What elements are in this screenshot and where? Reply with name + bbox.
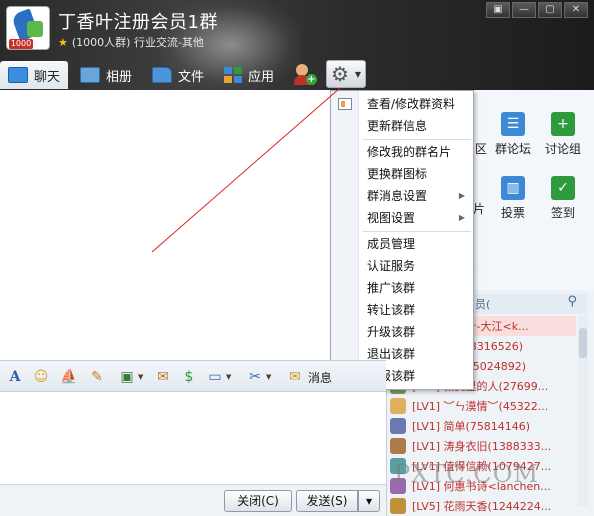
close-button[interactable]: 关闭(C) xyxy=(224,490,292,512)
chevron-down-icon[interactable]: ▼ xyxy=(266,373,271,381)
group-category: (1000人群) 行业交流-其他 xyxy=(71,36,204,49)
app-vote[interactable]: ▥ 投票 xyxy=(485,176,541,221)
bottom-bar: 关闭(C) 发送(S) ▾ xyxy=(0,484,386,516)
menu-item-certification[interactable]: 认证服务 xyxy=(331,255,473,277)
discussion-icon: + xyxy=(551,112,575,136)
member-count-label: 员( xyxy=(475,298,491,311)
member-avatar-icon xyxy=(390,498,406,514)
chat-icon xyxy=(8,67,28,83)
tab-files[interactable]: 文件 xyxy=(144,61,212,89)
close-window-button[interactable]: ✕ xyxy=(564,2,588,18)
member-list-item[interactable]: [LV1] ︶ㄣ漠情︶(45322... xyxy=(390,396,576,416)
chevron-down-icon[interactable]: ▼ xyxy=(138,373,143,381)
member-avatar-icon xyxy=(390,418,406,434)
input-toolbar: A ☺ ⛵ ✎ ▣ ▼ ✉ $ ▭ ▼ ✂ ▼ ✉ 消息 xyxy=(0,360,386,392)
submenu-arrow-icon: ▶ xyxy=(458,213,465,222)
group-avatar[interactable]: 1000 xyxy=(6,6,50,50)
member-count-badge: 1000 xyxy=(9,39,33,49)
tab-label: 应用 xyxy=(248,69,275,85)
maximize-button[interactable]: ▢ xyxy=(538,2,562,18)
minimize-button[interactable]: — xyxy=(512,2,536,18)
checkin-icon: ✓ xyxy=(551,176,575,200)
menu-item-transfer-group[interactable]: 转让该群 xyxy=(331,299,473,321)
sticker-icon[interactable]: ✎ xyxy=(88,368,106,386)
menu-item-view-settings[interactable]: 视图设置 ▶ xyxy=(331,207,473,229)
group-subtitle: ★ (1000人群) 行业交流-其他 xyxy=(58,34,204,50)
folder-icon xyxy=(152,67,173,83)
send-button[interactable]: 发送(S) xyxy=(296,490,358,512)
menu-item-upgrade-group[interactable]: 升级该群 xyxy=(331,321,473,343)
add-member-button[interactable]: + xyxy=(292,62,318,88)
font-icon[interactable]: A xyxy=(6,368,24,386)
member-avatar-icon xyxy=(390,438,406,454)
chat-message-area[interactable] xyxy=(0,90,386,358)
screen-share-icon[interactable]: ▭ xyxy=(206,368,224,386)
member-list-item[interactable]: [LV5] 花雨天香(1244224... xyxy=(390,496,576,516)
skin-button[interactable]: ▣ xyxy=(486,2,510,18)
member-avatar-icon xyxy=(390,398,406,414)
group-title[interactable]: 丁香叶注册会员1群 xyxy=(58,8,218,34)
menu-item-change-group-icon[interactable]: 更换群图标 xyxy=(331,163,473,185)
tab-label: 聊天 xyxy=(34,69,61,85)
group-info-icon xyxy=(338,98,352,110)
menu-item-promote-group[interactable]: 推广该群 xyxy=(331,277,473,299)
screenshot-icon[interactable]: ✂ xyxy=(246,368,264,386)
emoji-icon[interactable]: ☺ xyxy=(32,368,50,386)
note-icon[interactable]: ✉ xyxy=(154,368,172,386)
submenu-arrow-icon: ▶ xyxy=(458,191,465,200)
tab-bar: 聊天 相册 文件 应用 xyxy=(0,60,286,90)
search-icon[interactable]: ⚲ xyxy=(567,294,577,309)
member-list-item[interactable]: [LV1] 简单(75814146) xyxy=(390,416,576,436)
album-icon xyxy=(80,67,101,83)
app-forum[interactable]: ☰ 群论坛 xyxy=(485,112,541,157)
tab-apps[interactable]: 应用 xyxy=(216,61,282,89)
member-list-item[interactable]: [LV1] 涛身衣旧(1388333... xyxy=(390,436,576,456)
image-icon[interactable]: ▣ xyxy=(118,368,136,386)
member-name: [LV1] ︶ㄣ漠情︶(45322... xyxy=(412,400,549,413)
logo-shape xyxy=(27,21,43,37)
message-history-label[interactable]: 消息 xyxy=(308,369,332,386)
gift-icon[interactable]: $ xyxy=(180,368,198,386)
settings-context-menu: 查看/修改群资料 更新群信息 修改我的群名片 更换群图标 群消息设置 ▶ 视图设置… xyxy=(330,90,474,390)
menu-separator xyxy=(363,231,471,232)
shake-icon[interactable]: ⛵ xyxy=(60,368,78,386)
settings-menu-button[interactable]: ⚙ ▼ xyxy=(326,60,366,88)
menu-item-member-management[interactable]: 成员管理 xyxy=(331,233,473,255)
apps-grid-icon xyxy=(224,67,243,83)
tab-label: 文件 xyxy=(178,69,205,85)
app-discussion-group[interactable]: + 讨论组 xyxy=(535,112,591,157)
menu-item-refresh-group-info[interactable]: 更新群信息 xyxy=(331,115,473,137)
member-name: [LV1] 涛身衣旧(1388333... xyxy=(412,440,552,453)
menu-item-message-settings[interactable]: 群消息设置 ▶ xyxy=(331,185,473,207)
plus-icon: + xyxy=(306,74,317,85)
member-name: [LV5] 花雨天香(1244224... xyxy=(412,500,552,513)
menu-item-edit-my-card[interactable]: 修改我的群名片 xyxy=(331,141,473,163)
app-checkin[interactable]: ✓ 签到 xyxy=(535,176,591,221)
menu-item-view-edit-group-info[interactable]: 查看/修改群资料 xyxy=(331,93,473,115)
forum-icon: ☰ xyxy=(501,112,525,136)
window-controls: ▣ — ▢ ✕ xyxy=(486,2,588,18)
tab-album[interactable]: 相册 xyxy=(72,61,140,89)
tab-chat[interactable]: 聊天 xyxy=(0,61,69,89)
watermark: PXTC.COM xyxy=(394,460,539,488)
send-options-button[interactable]: ▾ xyxy=(358,490,380,512)
scrollbar[interactable] xyxy=(578,316,588,506)
scrollbar-thumb[interactable] xyxy=(579,328,587,358)
message-history-icon[interactable]: ✉ xyxy=(286,368,304,386)
menu-separator xyxy=(363,139,471,140)
vote-icon: ▥ xyxy=(501,176,525,200)
gear-icon: ⚙ xyxy=(331,62,349,86)
message-input[interactable] xyxy=(0,392,386,484)
tab-label: 相册 xyxy=(106,69,133,85)
star-icon: ★ xyxy=(58,36,68,49)
chevron-down-icon[interactable]: ▼ xyxy=(226,373,231,381)
member-name: [LV1] 简单(75814146) xyxy=(412,420,531,433)
chevron-down-icon: ▼ xyxy=(354,70,361,79)
